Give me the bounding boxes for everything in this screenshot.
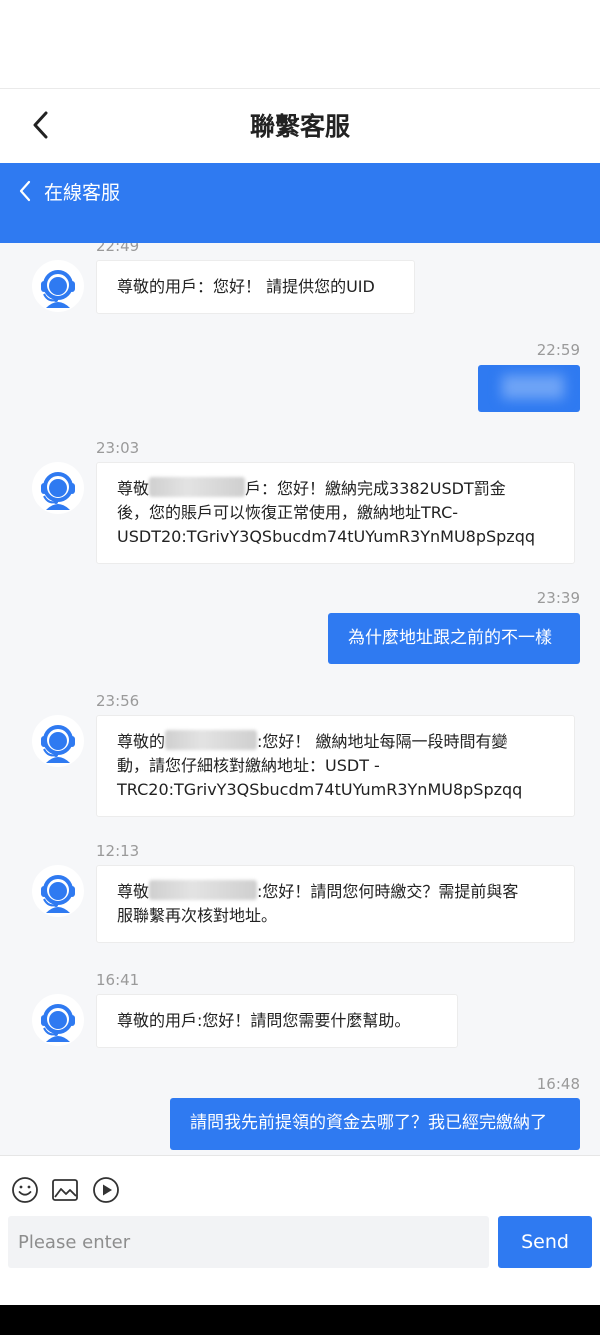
system-nav-bar: [0, 1305, 600, 1335]
message-bubble-incoming: 尊敬 戶：您好！繳納完成3382USDT罰金 後，您的賬戶可以恢復正常使用，繳納地…: [96, 462, 575, 564]
message-line: 服聯繫再次核對地址。: [117, 906, 278, 925]
message-time: 23:56: [96, 692, 140, 710]
message-line: 尊敬:您好！請問您何時繳交？需提前與客: [117, 880, 519, 901]
message-bubble-incoming: 尊敬的:您好！ 繳納地址每隔一段時間有變 動，請您仔細核對繳納地址：USDT -…: [96, 715, 575, 817]
message-time: 23:39: [536, 589, 580, 607]
message-line: USDT20:TGrivY3QSbucdm74tUYumR3YnMU8pSpzq…: [117, 527, 536, 546]
message-bubble-incoming: 尊敬的用戶:您好！請問您需要什麼幫助。: [96, 994, 458, 1048]
message-time: 16:48: [536, 1075, 580, 1093]
message-bubble-outgoing: 為什麼地址跟之前的不一樣: [328, 613, 580, 664]
support-agent-icon: [32, 462, 84, 514]
message-line: 尊敬 戶：您好！繳納完成3382USDT罰金: [117, 477, 506, 498]
message-line: 後，您的賬戶可以恢復正常使用，繳納地址TRC-: [117, 503, 459, 522]
message-input[interactable]: [8, 1216, 489, 1268]
page-title: 聯繫客服: [249, 112, 350, 141]
message-bubble-outgoing: 請問我先前提領的資金去哪了？我已經完繳納了: [170, 1098, 580, 1150]
redacted-text: [149, 477, 246, 497]
message-time: 22:49: [96, 243, 140, 255]
support-agent-icon: [32, 994, 84, 1046]
message-line: TRC20:TGrivY3QSbucdm74tUYumR3YnMU8pSpzqq: [117, 780, 523, 799]
smiley-icon[interactable]: [11, 1176, 39, 1204]
composer: Send: [0, 1155, 600, 1306]
chat-header: 在線客服: [0, 163, 600, 243]
message-time: 23:03: [96, 439, 140, 457]
support-agent-icon: [32, 865, 84, 917]
message-bubble-incoming: 尊敬的用戶：您好！ 請提供您的UID: [96, 260, 415, 314]
send-button[interactable]: Send: [498, 1216, 592, 1268]
play-icon[interactable]: [92, 1176, 120, 1204]
header-title: 在線客服: [44, 181, 121, 204]
message-time: 12:13: [96, 842, 140, 860]
message-line: 動，請您仔細核對繳納地址：USDT -: [117, 756, 380, 775]
redacted-outgoing-message: [478, 365, 580, 412]
status-area: [0, 0, 600, 89]
redacted-text: [165, 730, 258, 750]
chevron-left-icon: [19, 180, 31, 202]
message-time: 22:59: [536, 341, 580, 359]
chat-thread[interactable]: 22:49 尊敬的用戶：您好！ 請提供您的UID 22:59 23:03 尊敬戶…: [0, 243, 600, 1155]
support-agent-icon: [32, 715, 84, 767]
image-icon[interactable]: [51, 1176, 79, 1204]
nav-bar: 聯繫客服: [0, 89, 600, 162]
support-agent-icon: [32, 260, 84, 312]
redacted-text: [149, 880, 258, 900]
header-back-button[interactable]: 在線客服: [18, 177, 120, 205]
message-bubble-incoming: 尊敬:您好！請問您何時繳交？需提前與客 服聯繫再次核對地址。: [96, 865, 575, 943]
message-time: 16:41: [96, 971, 140, 989]
message-line: 尊敬的:您好！ 繳納地址每隔一段時間有變: [117, 730, 508, 751]
